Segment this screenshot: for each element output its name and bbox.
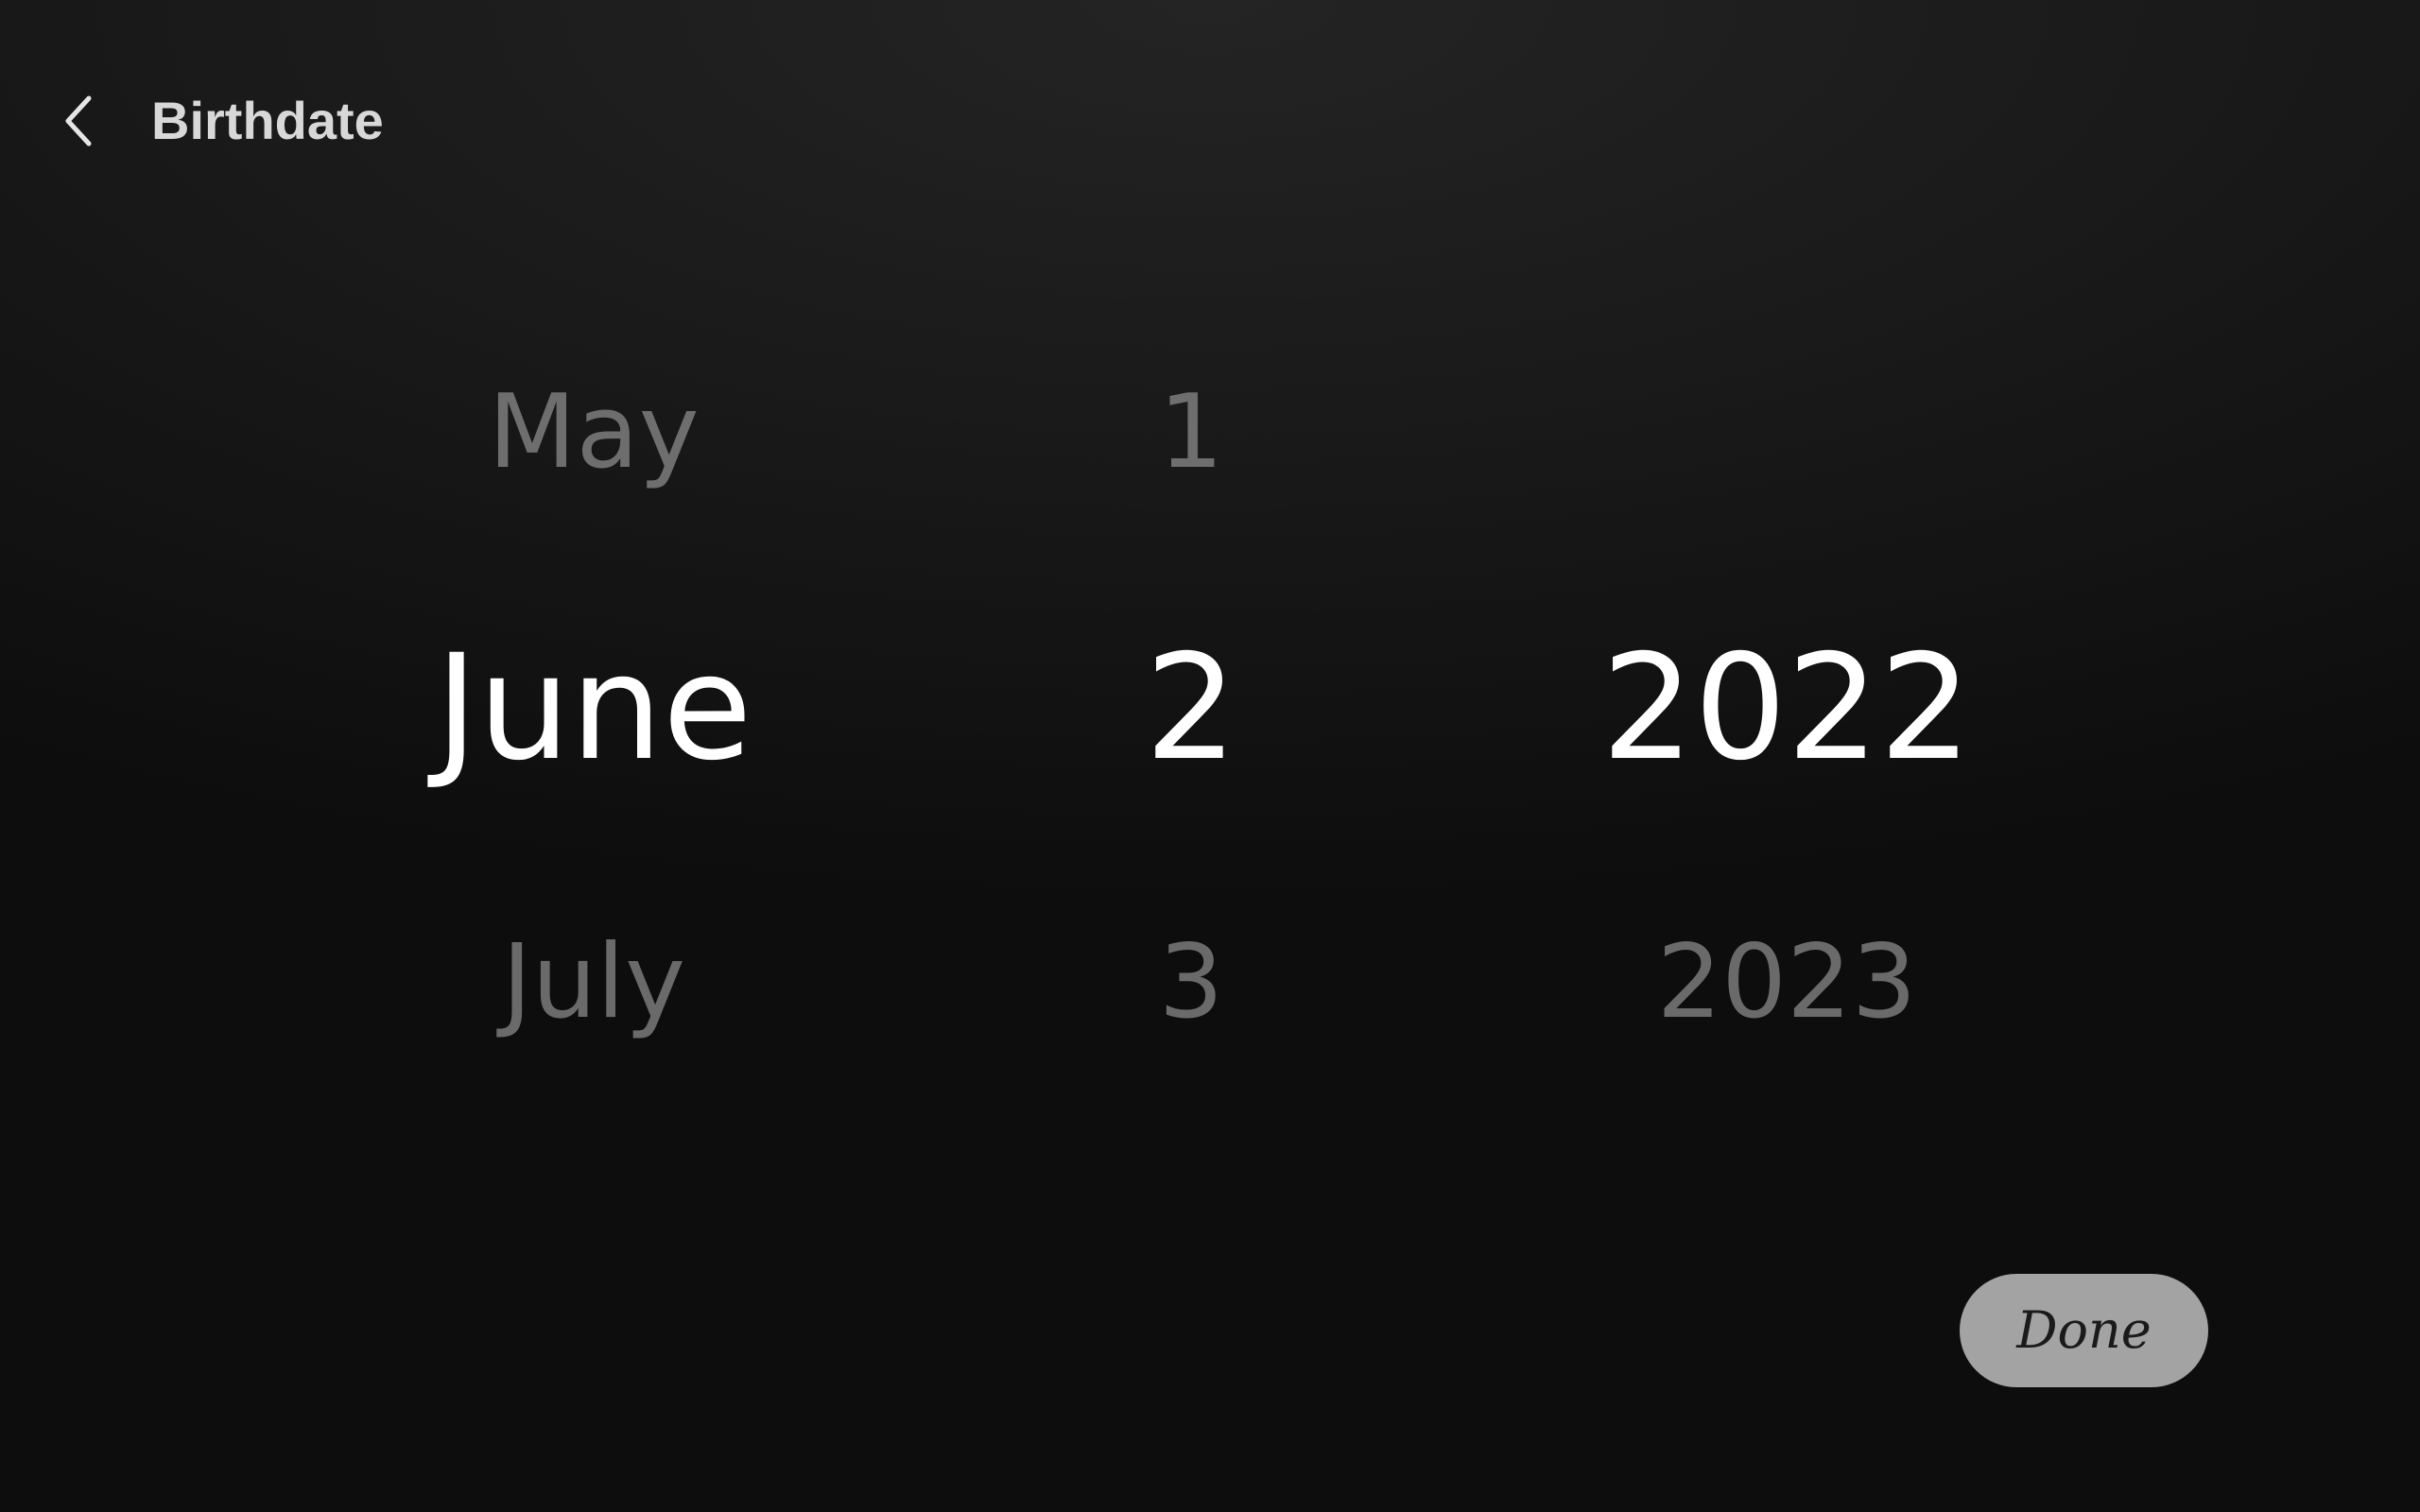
day-option-selected[interactable]: 2 <box>1049 619 1333 799</box>
month-wheel[interactable]: May June July <box>310 0 877 1228</box>
day-option-next[interactable]: 3 <box>1049 917 1333 1049</box>
month-option-next[interactable]: July <box>310 917 877 1049</box>
year-option-next[interactable]: 2023 <box>1503 917 2070 1049</box>
done-button[interactable]: Done <box>1960 1274 2208 1387</box>
year-wheel[interactable]: 2022 2023 <box>1503 0 2070 1228</box>
month-option-previous[interactable]: May <box>310 367 877 499</box>
day-wheel[interactable]: 1 2 3 <box>1049 0 1333 1228</box>
month-option-selected[interactable]: June <box>310 619 877 799</box>
date-picker: May June July 1 2 3 2022 2023 <box>0 0 2420 1228</box>
day-option-previous[interactable]: 1 <box>1049 367 1333 499</box>
year-option-selected[interactable]: 2022 <box>1503 619 2070 799</box>
